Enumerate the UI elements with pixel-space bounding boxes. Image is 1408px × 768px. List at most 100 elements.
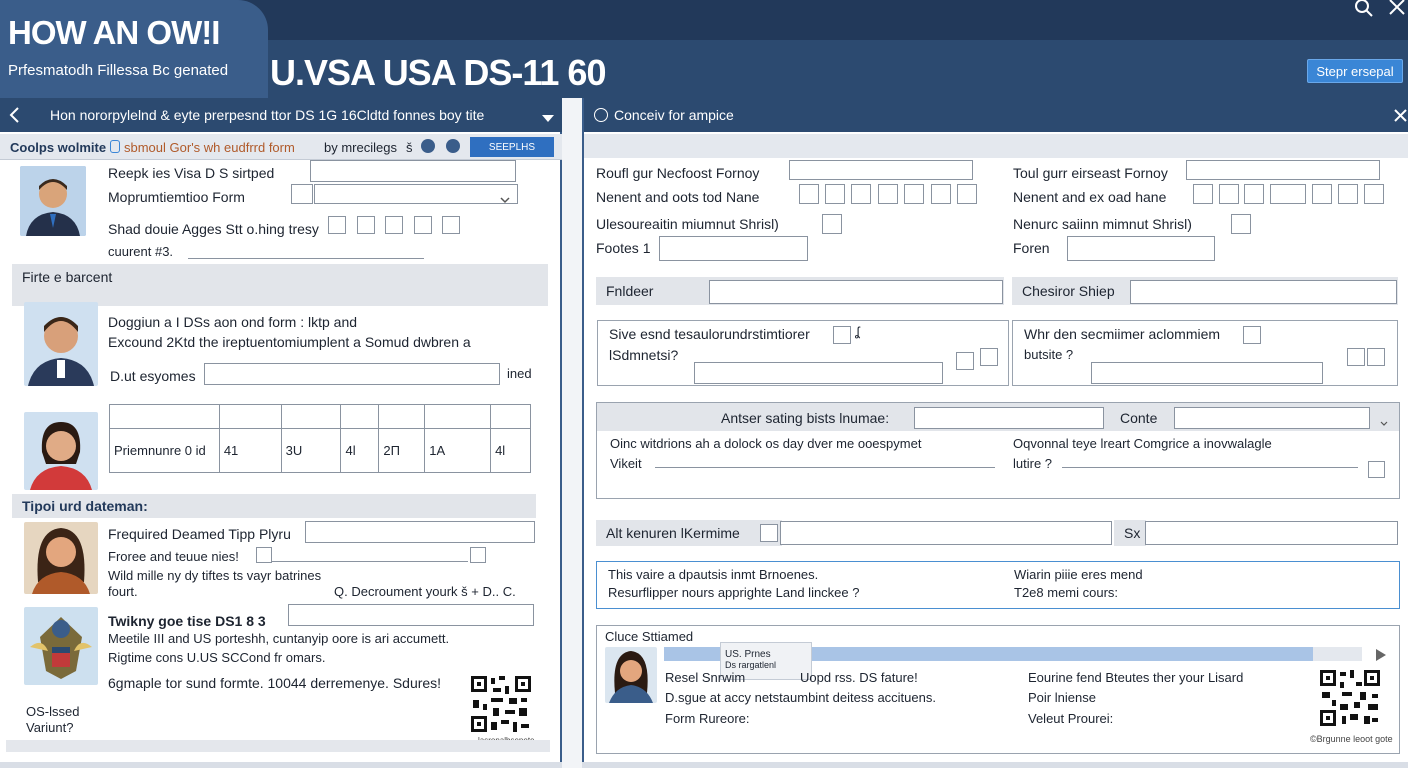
underline-field[interactable] bbox=[1062, 467, 1358, 468]
page-title: U.VSA USA DS-11 60 bbox=[270, 52, 606, 93]
char-box[interactable] bbox=[957, 184, 977, 204]
toolbar-button[interactable]: SEEPLHS bbox=[470, 137, 554, 157]
checkbox[interactable] bbox=[1347, 348, 1365, 366]
checkbox[interactable] bbox=[328, 216, 346, 234]
char-box[interactable] bbox=[1364, 184, 1384, 204]
info-right-1: Wiarin piiie eres mend bbox=[1014, 567, 1143, 582]
checkbox[interactable] bbox=[442, 216, 460, 234]
text-field[interactable] bbox=[288, 604, 534, 626]
chevron-down-icon[interactable] bbox=[500, 191, 510, 209]
checkbox[interactable] bbox=[822, 214, 842, 234]
char-box[interactable] bbox=[1244, 184, 1264, 204]
qr-caption: ©Brgunne leoot gote bbox=[1310, 734, 1393, 744]
text-field[interactable] bbox=[709, 280, 1003, 304]
block3-line3: Wild mille ny dy tiftes ts vayr batrines bbox=[108, 568, 322, 583]
table-header-row bbox=[109, 404, 531, 429]
r-row2-right-label: Nenent and ex oad hane bbox=[1013, 189, 1167, 205]
select-dropdown[interactable] bbox=[314, 184, 518, 204]
r-row2-left-label: Nenent and oots tod Nane bbox=[596, 189, 760, 205]
primary-action-button[interactable]: Stepr ersepal bbox=[1307, 59, 1403, 83]
text-field[interactable] bbox=[204, 363, 500, 385]
char-box[interactable] bbox=[878, 184, 898, 204]
r-row1-left-label: Roufl gur Necfoost Fornoy bbox=[596, 165, 760, 181]
char-box[interactable] bbox=[799, 184, 819, 204]
text-field[interactable] bbox=[1091, 362, 1323, 384]
char-box[interactable] bbox=[851, 184, 871, 204]
checkbox[interactable] bbox=[1367, 348, 1385, 366]
table-cell[interactable]: 1A bbox=[424, 428, 492, 473]
char-box[interactable] bbox=[1312, 184, 1332, 204]
char-box[interactable] bbox=[1270, 184, 1306, 204]
checkbox[interactable] bbox=[1231, 214, 1251, 234]
text-field[interactable] bbox=[780, 521, 1112, 545]
search-icon[interactable] bbox=[1352, 0, 1376, 26]
checkbox[interactable] bbox=[256, 547, 272, 563]
table-cell[interactable]: 4l bbox=[490, 428, 531, 473]
checkbox[interactable] bbox=[385, 216, 403, 234]
underline-field[interactable] bbox=[655, 467, 995, 468]
left-panel-header: Hon nororpylelnd & eyte prerpesnd ttor D… bbox=[0, 98, 562, 132]
block1-line1: Reepk ies Visa D S sirtped bbox=[108, 165, 275, 181]
card-l2: D.sgue at accy netstaumbint deitess acci… bbox=[665, 690, 936, 705]
table-cell[interactable]: 3U bbox=[280, 428, 342, 473]
block1-line3: Shad douie Agges Stt o.hing tresy bbox=[108, 221, 319, 237]
table-row: Priemnunre 0 id 41 3U 4l 2Π 1A 4l bbox=[109, 428, 531, 473]
checkbox[interactable] bbox=[1243, 326, 1261, 344]
close-icon[interactable] bbox=[1386, 0, 1408, 24]
status-dot-icon[interactable] bbox=[421, 139, 435, 153]
chevron-down-icon[interactable] bbox=[1380, 414, 1388, 432]
char-box[interactable] bbox=[1193, 184, 1213, 204]
char-box[interactable] bbox=[931, 184, 951, 204]
chevron-down-icon[interactable] bbox=[542, 110, 554, 126]
q3-right-1: Oqvonnal teye lreart Comgrice a inovwala… bbox=[1013, 436, 1272, 451]
underline-field[interactable] bbox=[188, 258, 424, 259]
underline-field[interactable] bbox=[272, 561, 468, 562]
checkbox[interactable] bbox=[956, 352, 974, 370]
play-arrow-icon[interactable] bbox=[1376, 648, 1386, 666]
text-field[interactable] bbox=[1186, 160, 1380, 180]
text-field[interactable] bbox=[1067, 236, 1215, 261]
section-title: Sx bbox=[1124, 525, 1141, 541]
checkbox[interactable] bbox=[357, 216, 375, 234]
text-field[interactable] bbox=[305, 521, 535, 543]
q3-left-1: Oinc witdrions ah a dolock os day dver m… bbox=[610, 436, 922, 451]
card-r3: Veleut Prourei: bbox=[1028, 711, 1114, 726]
text-field[interactable] bbox=[914, 407, 1104, 429]
chevron-left-icon[interactable] bbox=[8, 106, 22, 124]
checkbox[interactable] bbox=[833, 326, 851, 344]
brand-subtitle: Prfesmatodh Fillessa Bc genated bbox=[8, 62, 229, 79]
attachment-icon bbox=[110, 140, 120, 153]
char-box[interactable] bbox=[825, 184, 845, 204]
status-dot-icon[interactable] bbox=[446, 139, 460, 153]
text-field[interactable] bbox=[659, 236, 808, 261]
close-icon[interactable] bbox=[1392, 107, 1408, 126]
radio-circle-icon[interactable] bbox=[594, 108, 608, 122]
toolbar-label: Coolps wolmite bbox=[10, 140, 107, 155]
text-field[interactable] bbox=[1130, 280, 1397, 304]
section-header-1: Firte e barcent bbox=[12, 264, 548, 306]
table-cell[interactable]: 2Π bbox=[378, 428, 426, 473]
checkbox[interactable] bbox=[1368, 461, 1385, 478]
select-dropdown[interactable] bbox=[1174, 407, 1370, 429]
q1-mark: ʆ bbox=[855, 324, 860, 339]
text-field[interactable] bbox=[789, 160, 973, 180]
table-cell[interactable]: 41 bbox=[218, 428, 282, 473]
card-r2: Poir lniense bbox=[1028, 690, 1096, 705]
toolbar-link[interactable]: sbmoul Gor's wh eudfrrd form bbox=[124, 140, 295, 155]
checkbox[interactable] bbox=[291, 184, 313, 204]
table-cell[interactable]: 4l bbox=[340, 428, 380, 473]
section-title: Firte e barcent bbox=[22, 269, 113, 285]
text-field[interactable] bbox=[1145, 521, 1398, 545]
checkbox[interactable] bbox=[414, 216, 432, 234]
char-box[interactable] bbox=[1338, 184, 1358, 204]
char-box[interactable] bbox=[904, 184, 924, 204]
text-field[interactable] bbox=[694, 362, 943, 384]
char-box[interactable] bbox=[1219, 184, 1239, 204]
text-field[interactable] bbox=[310, 160, 516, 182]
block4-line1: Twikny goe tise DS1 8 3 bbox=[108, 613, 266, 629]
section-title: Alt kenuren lKermime bbox=[606, 525, 740, 541]
checkbox[interactable] bbox=[980, 348, 998, 366]
checkbox[interactable] bbox=[470, 547, 486, 563]
right-toolbar bbox=[584, 134, 1408, 158]
checkbox[interactable] bbox=[760, 524, 778, 542]
